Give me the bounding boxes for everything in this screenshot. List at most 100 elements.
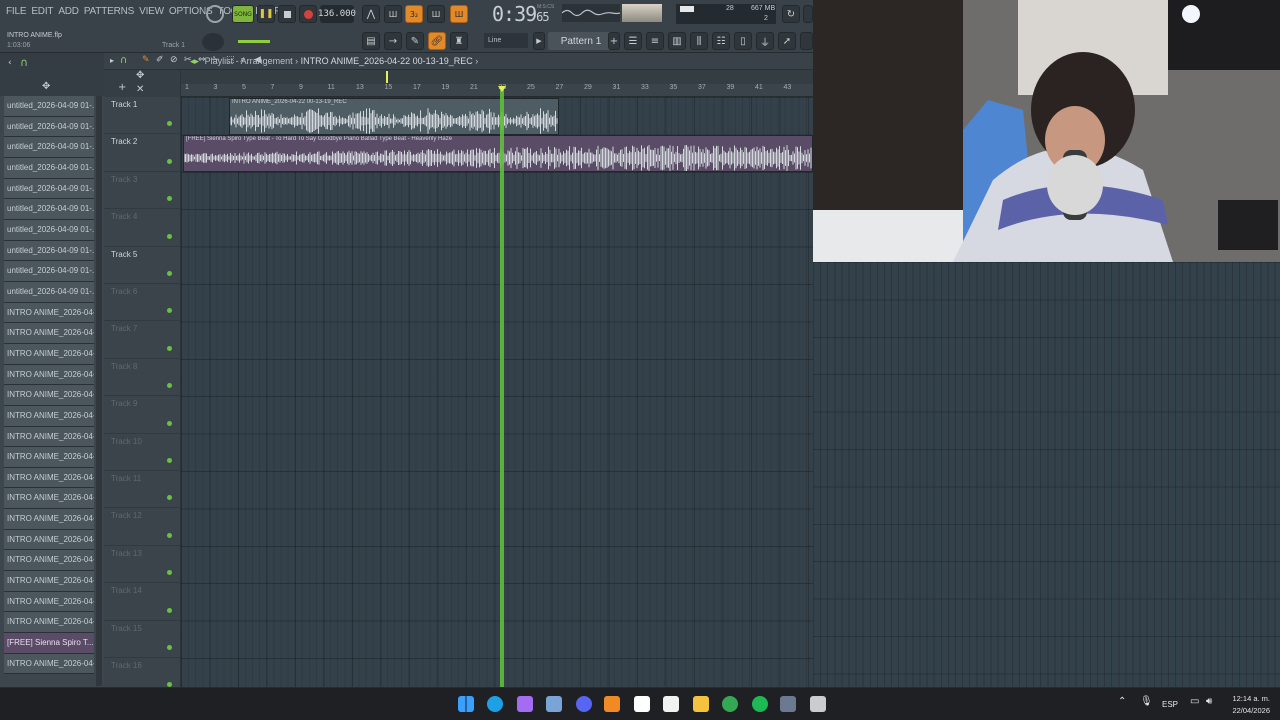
language-indicator[interactable]: ESP (1162, 700, 1178, 709)
browser-item[interactable]: INTRO ANIME_2026-04-2... (4, 653, 94, 675)
playlist-overview[interactable] (181, 70, 813, 84)
menu-file[interactable]: FILE (6, 6, 27, 17)
playlist-button[interactable]: ☰ (624, 32, 642, 50)
menu-view[interactable]: VIEW (139, 6, 164, 17)
playlist-view-button[interactable]: ▤ (362, 32, 380, 50)
track-header[interactable]: Track 6 (104, 284, 180, 322)
track-header[interactable]: Track 15 (104, 621, 180, 658)
track-header[interactable]: Track 8 (104, 359, 180, 397)
browser-item[interactable]: INTRO ANIME_2026-04-2... (4, 591, 94, 613)
menu-add[interactable]: ADD (58, 6, 79, 17)
piano-roll-button[interactable]: ≡ (646, 32, 664, 50)
audio-clip-beat[interactable]: [FREE] Sienna Spiro Type Beat - To Hard … (183, 135, 813, 172)
discord-icon[interactable] (576, 696, 592, 712)
playhead-marker[interactable] (498, 86, 506, 92)
track-header[interactable]: Track 11 (104, 471, 180, 509)
vscode-icon[interactable] (546, 696, 562, 712)
channel-list-button[interactable]: ☷ (712, 32, 730, 50)
menu-edit[interactable]: EDIT (31, 6, 53, 17)
steam-icon[interactable] (780, 696, 796, 712)
timeline-ruler[interactable]: 135791113151719212325272931333537394143 (181, 84, 813, 97)
playhead[interactable] (500, 88, 504, 688)
snap-magnet-icon[interactable]: ∩ (120, 55, 127, 66)
chevron-up-icon[interactable]: ⌃ (1118, 696, 1126, 707)
track-mute-led[interactable] (167, 121, 172, 127)
browser-item[interactable]: untitled_2026-04-09 01-... (4, 157, 94, 179)
browser-item[interactable]: INTRO ANIME_2026-04-0... (4, 343, 94, 365)
track-mute-led[interactable] (167, 158, 172, 164)
playlist-options-icon[interactable]: ▸ (110, 56, 114, 65)
track-mute-led[interactable] (167, 420, 172, 426)
browser-item[interactable]: INTRO ANIME_2026-04-0... (4, 426, 94, 448)
track-header[interactable]: Track 3 (104, 172, 180, 210)
undo-history-button[interactable]: ↻ (782, 5, 800, 23)
browser-item[interactable]: INTRO ANIME_2026-04-0... (4, 385, 94, 406)
snap-selector[interactable]: Line (484, 33, 528, 48)
browser-item[interactable]: INTRO ANIME_2026-04-0... (4, 405, 94, 427)
settings-icon[interactable] (810, 696, 826, 712)
draw-button[interactable]: ✎ (406, 32, 424, 50)
record-mode-icon[interactable] (206, 5, 224, 23)
file-icon[interactable] (634, 696, 650, 712)
browser-item[interactable]: untitled_2026-04-09 01-... (4, 116, 94, 138)
browser-item[interactable]: [FREE] Sienna Spiro T... (4, 633, 94, 654)
track-mute-led[interactable] (167, 457, 172, 463)
browser-scrollbar[interactable] (96, 96, 102, 686)
volume-icon[interactable]: 🔊︎ (1206, 696, 1212, 707)
tempo-display[interactable]: 136.000 (318, 5, 356, 23)
browser-item[interactable]: untitled_2026-04-09 01-... (4, 219, 94, 241)
metronome-button[interactable]: ⋀ (362, 5, 380, 23)
browser-item[interactable]: untitled_2026-04-09 01-... (4, 178, 94, 200)
track-mute-led[interactable] (167, 532, 172, 538)
browser-item[interactable]: INTRO ANIME_2026-04-2... (4, 550, 94, 572)
next-button[interactable]: → (384, 32, 402, 50)
track-header[interactable]: Track 10 (104, 434, 180, 471)
playlist-grid-extension[interactable] (813, 262, 1280, 687)
mixer-button[interactable]: ⫼ (690, 32, 708, 50)
track-mute-led[interactable] (167, 196, 172, 202)
browser-item[interactable]: INTRO ANIME_2026-04-2... (4, 529, 94, 551)
browser-item[interactable]: untitled_2026-04-09 01-... (4, 240, 94, 262)
track-header[interactable]: Track 2 (104, 134, 180, 172)
master-pitch-knob[interactable] (202, 33, 224, 51)
browser-item[interactable]: untitled_2026-04-09 01-... (4, 261, 94, 282)
pattern-add-button[interactable]: + (608, 32, 620, 50)
track-header[interactable]: Track 4 (104, 209, 180, 247)
menu-patterns[interactable]: PATTERNS (84, 6, 134, 17)
chatgpt-icon[interactable] (663, 696, 679, 712)
move-icon[interactable]: ✥ (42, 81, 50, 92)
track-mute-led[interactable] (167, 607, 172, 613)
track-mute-led[interactable] (167, 345, 172, 351)
clock-time[interactable]: 12:14 a. m. (1230, 694, 1270, 703)
copilot-icon[interactable] (517, 696, 533, 712)
audio-clip-rec[interactable]: INTRO ANIME_2026-04-22 00-13-19_REC (229, 98, 559, 135)
pause-button[interactable]: ❚❚ (257, 5, 275, 23)
browser-item[interactable]: INTRO ANIME_2026-04-0... (4, 447, 94, 468)
pattern-prev-button[interactable]: ▶ (533, 32, 545, 50)
browser-item[interactable]: INTRO ANIME_2026-04-0... (4, 364, 94, 386)
track-mute-led[interactable] (167, 233, 172, 239)
track-header[interactable]: Track 14 (104, 583, 180, 621)
track-mute-led[interactable] (167, 308, 172, 314)
track-mute-led[interactable] (167, 495, 172, 501)
browser-button[interactable]: ▯ (734, 32, 752, 50)
link-button[interactable]: 🔗︎ (428, 32, 446, 50)
paint-tool-icon[interactable]: ✐ (156, 55, 164, 65)
countdown-button[interactable]: 3₂ (405, 5, 423, 23)
play-pattern-icon[interactable]: ◂▸ (190, 56, 199, 66)
windows-start-icon[interactable] (458, 696, 474, 712)
stop-button[interactable] (278, 5, 296, 23)
master-volume-slider[interactable] (238, 40, 270, 43)
track-header[interactable]: Track 5 (104, 247, 180, 284)
track-header[interactable]: Track 7 (104, 321, 180, 359)
loop-record-button[interactable]: Ш (450, 5, 468, 23)
browser-item[interactable]: INTRO ANIME_2026-04-2... (4, 571, 94, 592)
browser-item[interactable]: untitled_2026-04-09 01-... (4, 199, 94, 220)
wait-button[interactable]: Ш (384, 5, 402, 23)
browser-item[interactable]: untitled_2026-04-09 01-... (4, 281, 94, 303)
record-button[interactable] (299, 5, 317, 23)
browser-item[interactable]: INTRO ANIME_2026-04-2... (4, 509, 94, 530)
browser-back-icon[interactable]: ‹ (8, 58, 12, 68)
track-mute-led[interactable] (167, 570, 172, 576)
track-mute-led[interactable] (167, 270, 172, 276)
